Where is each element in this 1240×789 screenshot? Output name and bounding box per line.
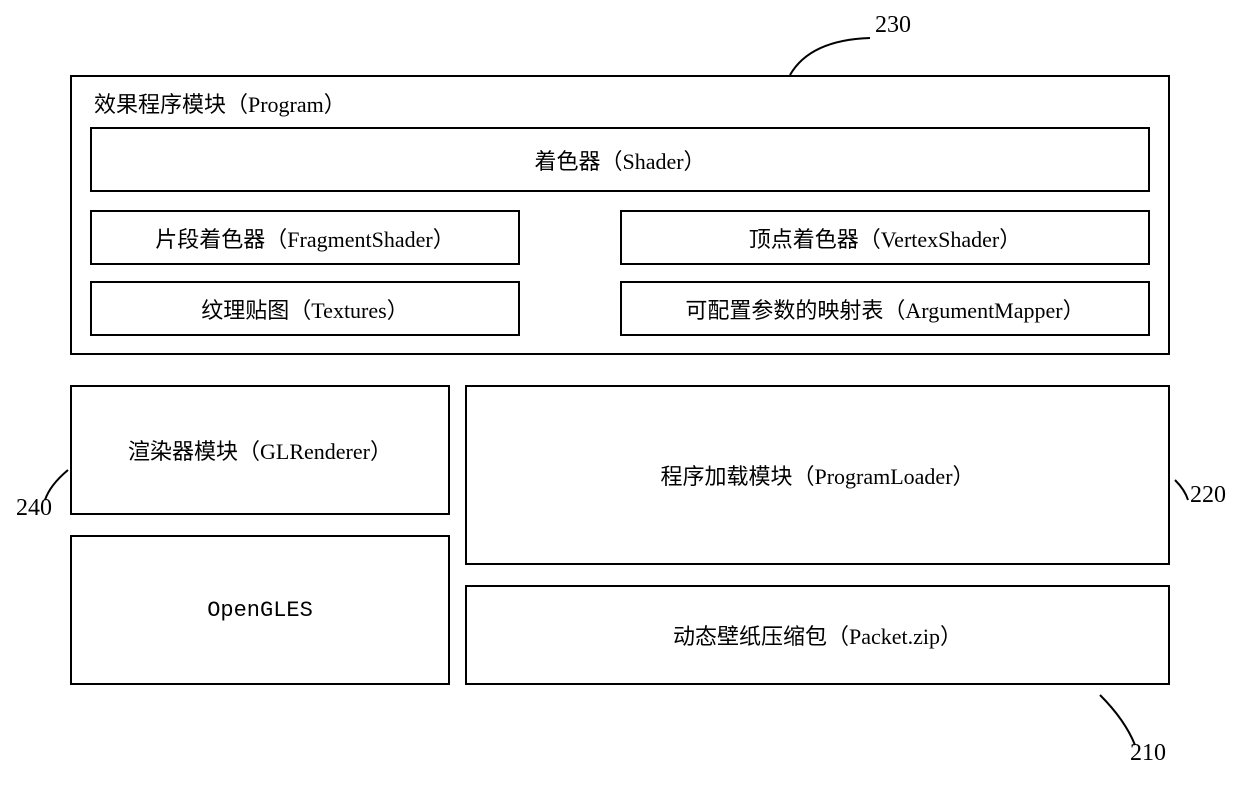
packet-zip-box: 动态壁纸压缩包（Packet.zip）: [465, 585, 1170, 685]
reference-label-210: 210: [1130, 740, 1166, 767]
program-loader-box: 程序加载模块（ProgramLoader）: [465, 385, 1170, 565]
textures-box: 纹理贴图（Textures）: [90, 281, 520, 336]
reference-label-220: 220: [1190, 482, 1226, 509]
fragment-shader-box: 片段着色器（FragmentShader）: [90, 210, 520, 265]
reference-label-240: 240: [16, 495, 52, 522]
renderer-module-box: 渲染器模块（GLRenderer）: [70, 385, 450, 515]
argument-mapper-box: 可配置参数的映射表（ArgumentMapper）: [620, 281, 1150, 336]
shader-box: 着色器（Shader）: [90, 127, 1150, 192]
reference-label-230: 230: [875, 12, 911, 39]
vertex-shader-box: 顶点着色器（VertexShader）: [620, 210, 1150, 265]
program-title: 效果程序模块（Program）: [90, 87, 1150, 119]
opengles-box: OpenGLES: [70, 535, 450, 685]
program-module-box: 效果程序模块（Program） 着色器（Shader） 片段着色器（Fragme…: [70, 75, 1170, 355]
